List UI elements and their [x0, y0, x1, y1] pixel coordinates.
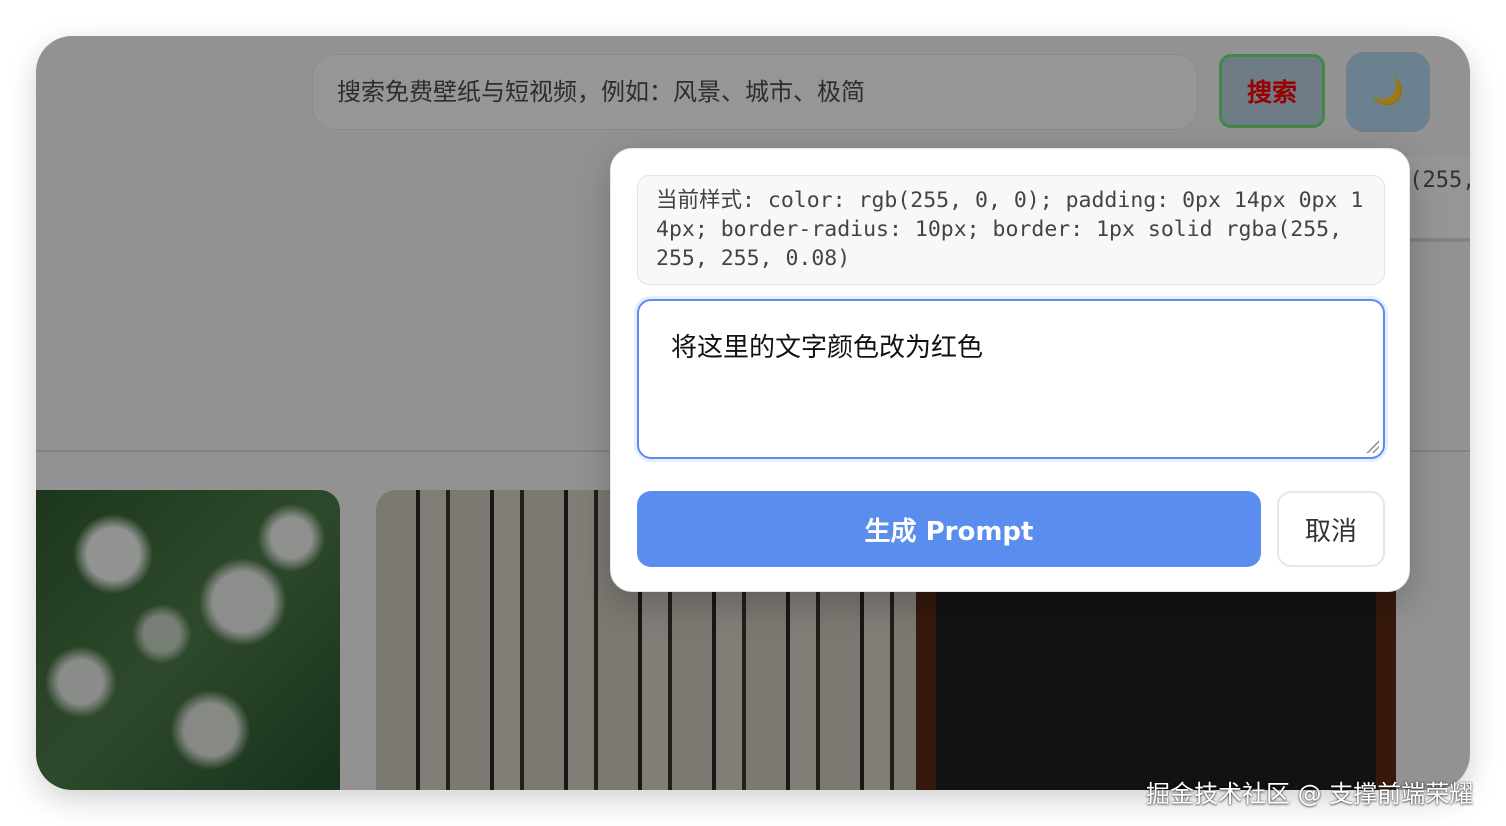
prompt-textarea-wrapper[interactable]	[637, 299, 1385, 459]
current-style-display: 当前样式: color: rgb(255, 0, 0); padding: 0p…	[637, 175, 1385, 285]
generate-prompt-button[interactable]: 生成 Prompt	[637, 491, 1261, 567]
cancel-button[interactable]: 取消	[1277, 491, 1385, 567]
prompt-textarea[interactable]	[639, 301, 1383, 457]
prompt-popup: 当前样式: color: rgb(255, 0, 0); padding: 0p…	[610, 148, 1410, 592]
resize-handle-icon[interactable]	[1365, 439, 1379, 453]
watermark: 掘金技术社区 @ 支撑前端荣耀	[1146, 780, 1474, 808]
